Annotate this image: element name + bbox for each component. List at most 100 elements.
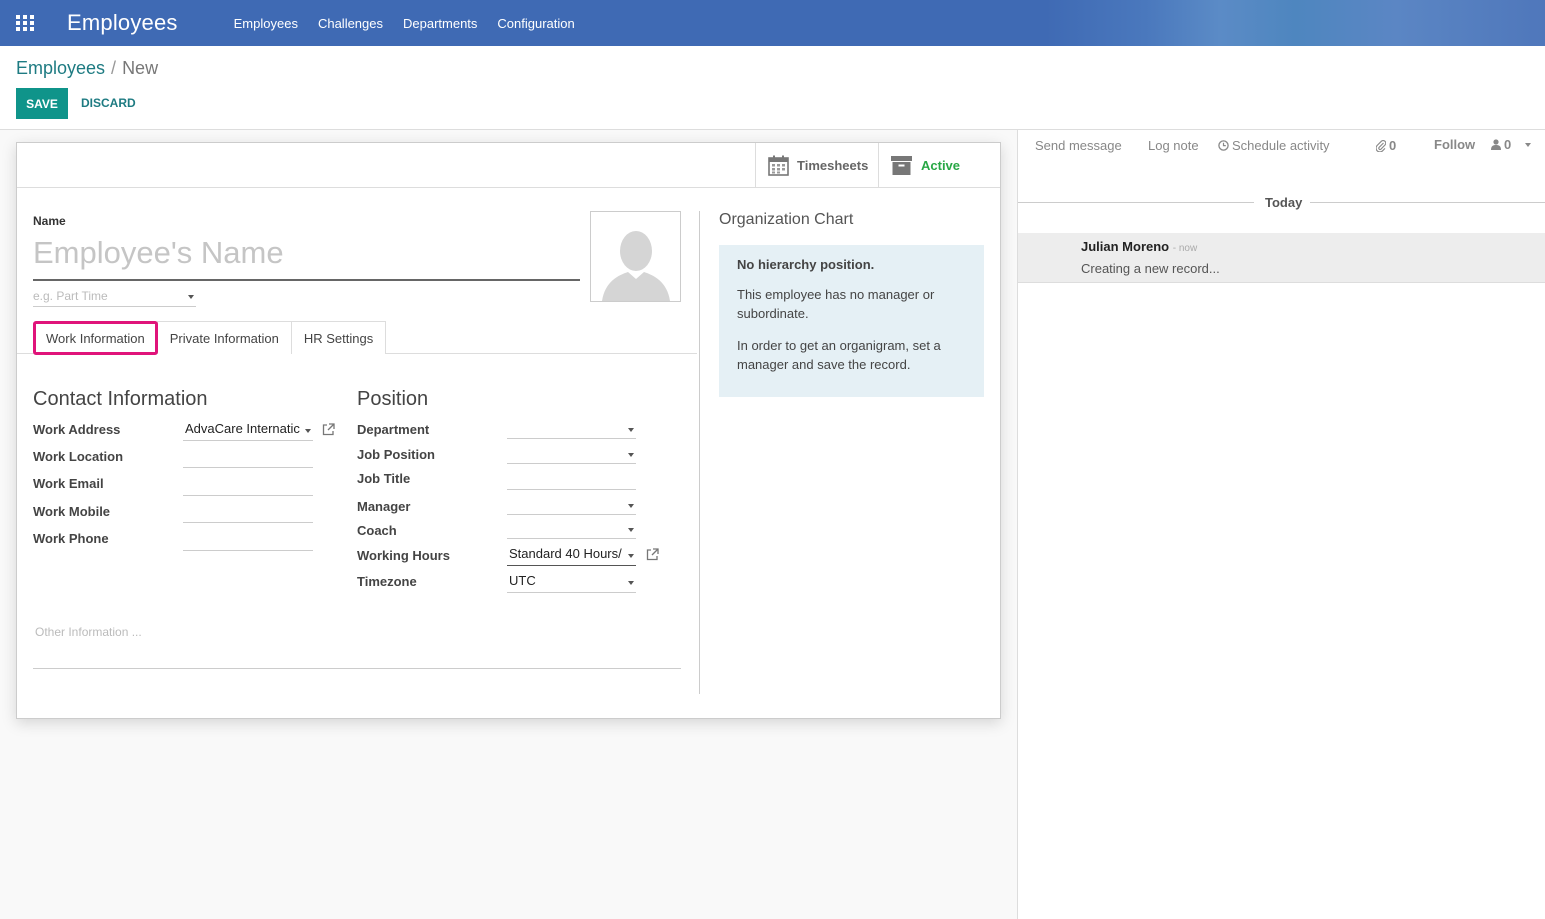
tags-placeholder: e.g. Part Time <box>33 289 108 303</box>
today-separator-label: Today <box>1265 195 1303 210</box>
schedule-activity-label: Schedule activity <box>1232 138 1330 153</box>
working-hours-label: Working Hours <box>357 548 450 563</box>
message-author-name[interactable]: Julian Moreno <box>1081 239 1169 254</box>
employee-name-input[interactable]: Employee's Name <box>33 233 580 281</box>
employee-photo[interactable] <box>590 211 681 302</box>
external-link-icon[interactable] <box>646 548 659 561</box>
menu-departments[interactable]: Departments <box>393 16 487 31</box>
form-sheet: Timesheets Active Name Employee's Name e… <box>16 142 1001 719</box>
external-link-icon[interactable] <box>322 423 335 436</box>
message-author: Julian Moreno - now <box>1081 239 1197 254</box>
apps-menu-icon[interactable] <box>0 0 50 46</box>
today-divider-left <box>1018 202 1254 203</box>
coach-select[interactable] <box>507 519 636 539</box>
attachments-count: 0 <box>1389 138 1397 153</box>
timezone-value: UTC <box>509 573 536 588</box>
tab-work-information[interactable]: Work Information <box>33 321 158 355</box>
working-hours-value: Standard 40 Hours/ <box>509 546 622 561</box>
chevron-down-icon <box>1525 142 1532 147</box>
tab-hr-settings[interactable]: HR Settings <box>290 321 387 354</box>
chevron-down-icon <box>628 504 634 508</box>
chevron-down-icon <box>628 528 634 532</box>
manager-select[interactable] <box>507 495 636 515</box>
breadcrumb-separator: / <box>111 58 117 78</box>
tags-input[interactable]: e.g. Part Time <box>33 289 196 307</box>
job-title-input[interactable] <box>507 470 636 490</box>
followers-button[interactable]: 0 <box>1491 137 1532 152</box>
work-location-label: Work Location <box>33 449 124 464</box>
clock-icon <box>1218 140 1229 151</box>
chevron-down-icon <box>188 295 194 299</box>
chatter-panel: Send message Log note Schedule activity … <box>1017 130 1545 919</box>
chevron-down-icon <box>628 554 634 558</box>
timesheets-button[interactable]: Timesheets <box>755 143 878 187</box>
chatter-message: Julian Moreno - now Creating a new recor… <box>1018 233 1545 283</box>
menu-configuration[interactable]: Configuration <box>487 16 584 31</box>
send-message-button[interactable]: Send message <box>1035 138 1122 153</box>
message-time: - now <box>1172 243 1198 254</box>
schedule-activity-button[interactable]: Schedule activity <box>1218 138 1330 153</box>
user-icon <box>1491 139 1501 150</box>
breadcrumb-employees[interactable]: Employees <box>16 58 105 78</box>
work-address-field[interactable]: AdvaCare Internatic <box>183 421 313 441</box>
manager-label: Manager <box>357 499 411 514</box>
work-mobile-label: Work Mobile <box>33 504 111 519</box>
today-divider-right <box>1310 202 1545 203</box>
breadcrumb: Employees / New <box>16 58 158 79</box>
app-title[interactable]: Employees <box>67 10 178 36</box>
discard-button[interactable]: DISCARD <box>81 96 136 110</box>
message-body: Creating a new record... <box>1081 261 1220 276</box>
form-tabs: Work Information Private Information HR … <box>33 321 387 355</box>
work-email-input[interactable] <box>183 476 313 496</box>
department-label: Department <box>357 422 430 437</box>
contact-information-title: Contact Information <box>33 388 208 410</box>
job-position-select[interactable] <box>507 444 636 464</box>
archive-icon <box>891 155 912 175</box>
name-label: Name <box>33 214 66 228</box>
control-panel: Employees / New SAVE DISCARD <box>0 46 1545 130</box>
menu-employees[interactable]: Employees <box>224 16 308 31</box>
other-information-input[interactable]: Other Information ... <box>33 623 681 669</box>
work-address-value: AdvaCare Internatic <box>185 421 300 436</box>
work-phone-input[interactable] <box>183 531 313 551</box>
org-chart-line2: In order to get an organigram, set a man… <box>737 338 941 372</box>
top-menu: Employees Challenges Departments Configu… <box>224 16 585 31</box>
working-hours-select[interactable]: Standard 40 Hours/ <box>507 546 636 566</box>
follow-button[interactable]: Follow <box>1434 137 1475 152</box>
vertical-divider <box>699 211 700 694</box>
save-button[interactable]: SAVE <box>16 88 68 119</box>
org-chart-heading: No hierarchy position. <box>737 257 875 272</box>
work-mobile-input[interactable] <box>183 503 313 523</box>
avatar-placeholder-icon <box>601 231 670 301</box>
top-navbar: Employees Employees Challenges Departmen… <box>0 0 1545 46</box>
followers-count: 0 <box>1504 137 1512 152</box>
job-position-label: Job Position <box>357 447 435 462</box>
active-label: Active <box>921 157 961 173</box>
timezone-select[interactable]: UTC <box>507 573 636 593</box>
organization-chart-box: No hierarchy position. This employee has… <box>719 245 984 397</box>
organization-chart-title: Organization Chart <box>719 211 854 228</box>
org-chart-line1: This employee has no manager or subordin… <box>737 287 935 321</box>
active-toggle-button[interactable]: Active <box>878 143 1000 187</box>
chevron-down-icon <box>305 429 311 433</box>
department-select[interactable] <box>507 419 636 439</box>
paperclip-icon <box>1376 139 1386 152</box>
coach-label: Coach <box>357 523 397 538</box>
timezone-label: Timezone <box>357 574 417 589</box>
breadcrumb-current: New <box>122 58 159 78</box>
menu-challenges[interactable]: Challenges <box>308 16 393 31</box>
smart-button-box: Timesheets Active <box>17 143 1000 188</box>
job-title-label: Job Title <box>357 471 411 486</box>
work-phone-label: Work Phone <box>33 531 109 546</box>
chevron-down-icon <box>628 453 634 457</box>
work-location-input[interactable] <box>183 448 313 468</box>
attachments-button[interactable]: 0 <box>1376 138 1396 153</box>
calendar-icon <box>768 155 789 176</box>
navbar-blurred-area <box>1045 0 1545 46</box>
log-note-button[interactable]: Log note <box>1148 138 1199 153</box>
position-title: Position <box>357 388 429 410</box>
tab-private-information[interactable]: Private Information <box>156 321 292 354</box>
work-email-label: Work Email <box>33 476 104 491</box>
chevron-down-icon <box>628 581 634 585</box>
work-address-label: Work Address <box>33 422 121 437</box>
